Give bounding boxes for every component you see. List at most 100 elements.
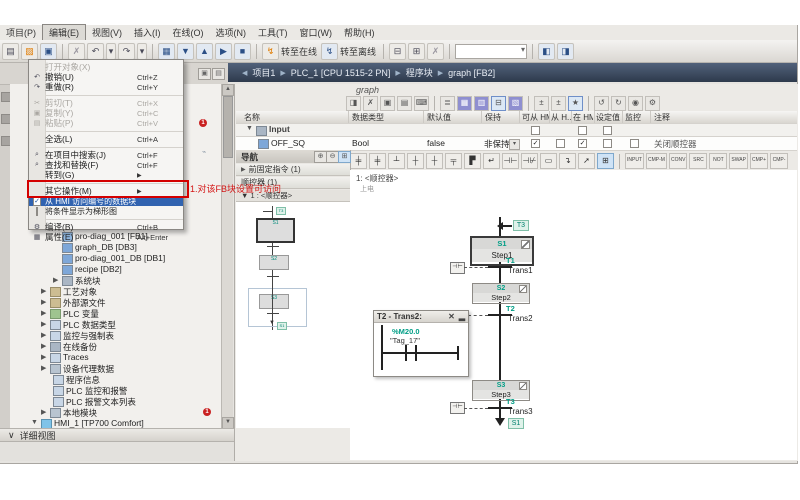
scroll-thumb[interactable] (223, 96, 233, 158)
sequence-end-icon[interactable]: ┼ (407, 153, 424, 169)
fit-view-icon[interactable]: ⊞ (338, 151, 351, 163)
window-layout-icon[interactable]: ◨ (557, 43, 574, 60)
go-online-icon[interactable]: ↯ (262, 43, 279, 60)
undo-icon[interactable]: ↶ (87, 43, 104, 60)
arrow-branch-icon[interactable]: ➚ (578, 153, 595, 169)
tree-row[interactable]: graph_DB [DB3] (62, 242, 233, 253)
jump-out-tag[interactable]: S1 (508, 418, 524, 429)
breadcrumb-plc[interactable]: PLC_1 [CPU 1515-2 PN] (291, 68, 391, 78)
column-header[interactable]: 监控 (625, 112, 649, 123)
go-offline-icon[interactable]: ↯ (321, 43, 338, 60)
redo-dropdown-icon[interactable]: ▾ (137, 43, 147, 60)
menu-item-paste[interactable]: ▤粘贴(P)Ctrl+V (29, 118, 183, 128)
column-header[interactable]: 注释 (654, 112, 670, 123)
interface-toggle-icon[interactable]: ▧ (508, 96, 523, 111)
column-header[interactable]: 保持 (485, 112, 501, 123)
favorites-icon[interactable]: ★ (568, 96, 583, 111)
table-row[interactable] (236, 123, 797, 136)
interlock-icon[interactable]: ⊣⊢ (450, 402, 465, 414)
breadcrumb-block[interactable]: graph [FB2] (448, 68, 495, 78)
popup-titlebar[interactable]: T2 - Trans2: ✕ ▂ (374, 311, 468, 323)
column-header[interactable]: 设定值 (596, 112, 621, 123)
menu-tools[interactable]: 工具(T) (252, 25, 294, 40)
setpoint-checkbox[interactable] (603, 139, 612, 148)
breadcrumb-project[interactable]: 项目1 (252, 66, 275, 79)
nav-section-pre-instructions[interactable]: ▶ 前固定指令 (1) (236, 164, 350, 176)
checkbox[interactable] (531, 126, 540, 135)
tree-row[interactable]: PLC 监控和报警 (53, 385, 233, 396)
go-online-button[interactable]: 转至在线 (281, 45, 317, 58)
variable-type[interactable]: Bool (352, 138, 369, 148)
hmi-writable-checkbox[interactable] (556, 139, 565, 148)
new-step-icon[interactable]: ╪ (369, 153, 386, 169)
tree-row[interactable]: ▶外部源文件 (41, 297, 233, 308)
column-header[interactable]: 在 HMI... (573, 112, 593, 123)
menu-online[interactable]: 在线(O) (167, 25, 210, 40)
undo-dropdown-icon[interactable]: ▾ (106, 43, 116, 60)
menu-item-select-all[interactable]: 全选(L)Ctrl+A (29, 134, 183, 144)
supervision-checkbox[interactable] (630, 139, 639, 148)
tree-row[interactable]: ▶监控与强制表 (41, 330, 233, 341)
no-contact-icon[interactable]: ⊣⊢ (502, 153, 519, 169)
column-header[interactable]: 名称 (244, 112, 260, 123)
minimap-step[interactable]: S2 (259, 255, 289, 270)
hmi-visible-checkbox[interactable] (578, 139, 587, 148)
expander-icon[interactable]: ▼ (246, 125, 253, 132)
delete-network-icon[interactable]: ✗ (363, 96, 378, 111)
redo-icon[interactable]: ↷ (118, 43, 135, 60)
stop-cpu-icon[interactable]: ■ (234, 43, 251, 60)
swap-instruction-button[interactable]: SWAP (729, 153, 748, 169)
cmp-plus-instruction-button[interactable]: CMP+ (750, 153, 768, 169)
crossref-icon[interactable]: ⊞ (408, 43, 425, 60)
breadcrumb-folder[interactable]: 程序块 (406, 66, 433, 79)
tree-row[interactable]: ▶系统块 (53, 275, 233, 286)
interlock-icon[interactable]: ⊣⊢ (450, 262, 465, 274)
new-project-icon[interactable]: ▤ (2, 43, 19, 60)
graph-canvas[interactable]: 1: <顺控器> 上电 T3 S1 Step1 T1 Trans1 ⊣⊢ S2 … (350, 170, 797, 460)
conv-instruction-button[interactable]: CONV (669, 153, 687, 169)
menu-item-properties[interactable]: ▦属性(E)Alt+Enter (29, 232, 183, 242)
insert-network-icon[interactable]: ◨ (346, 96, 361, 111)
new-transition-icon[interactable]: ┴ (388, 153, 405, 169)
open-project-icon[interactable]: ▨ (21, 43, 38, 60)
close-icon[interactable]: ✕ (448, 312, 455, 321)
menu-help[interactable]: 帮助(H) (338, 25, 381, 40)
menu-item-go-to[interactable]: 转到(G)▶ (29, 170, 183, 180)
parallel-branch-icon[interactable]: ╤ (445, 153, 462, 169)
variable-comment[interactable]: 关闭顺控器 (654, 138, 697, 150)
sequence-view-icon[interactable]: ▦ (457, 96, 472, 111)
jump-in-tag[interactable]: T3 (513, 220, 529, 231)
cmp-minus-instruction-button[interactable]: CMP- (770, 153, 788, 169)
single-step-view-icon[interactable]: ▥ (474, 96, 489, 111)
tree-row[interactable]: 程序信息 (53, 374, 233, 385)
tree-row[interactable]: PLC 报警文本列表 (53, 396, 233, 407)
start-cpu-icon[interactable]: ▶ (215, 43, 232, 60)
contact-icon[interactable] (405, 345, 407, 361)
expand-all-icon[interactable]: ± (534, 96, 549, 111)
jump-icon[interactable]: ┼ (426, 153, 443, 169)
minimap-step[interactable]: S3 (259, 294, 289, 309)
tree-scrollbar[interactable]: ▲ ▼ (221, 84, 233, 428)
variable-default[interactable]: false (427, 138, 445, 148)
lad-view-icon[interactable]: ⊟ (491, 96, 506, 111)
tree-row[interactable]: ▶Traces (41, 352, 233, 363)
tree-row[interactable]: ▶PLC 数据类型 (41, 319, 233, 330)
menu-insert[interactable]: 插入(I) (128, 25, 167, 40)
interface-section[interactable]: Input (269, 124, 290, 134)
minimap-step[interactable]: S1 (256, 218, 295, 243)
menu-view[interactable]: 视图(V) (86, 25, 128, 40)
input-instruction-button[interactable]: INPUT (625, 153, 644, 169)
new-step-transition-icon[interactable]: ╪ (350, 153, 367, 169)
window-split-icon[interactable]: ◧ (538, 43, 555, 60)
close-branch-icon[interactable]: ↵ (483, 153, 500, 169)
monitor-on-icon[interactable]: ◉ (628, 96, 643, 111)
contact-icon[interactable] (415, 345, 417, 361)
copy-icon[interactable]: ▣ (380, 96, 395, 111)
src-instruction-button[interactable]: SRC (689, 153, 707, 169)
retain-select[interactable]: 非保持 (484, 138, 510, 150)
scroll-up-icon[interactable]: ▲ (222, 84, 234, 96)
checkbox[interactable] (578, 126, 587, 135)
tree-collapse-icon[interactable]: ▣ (198, 68, 211, 80)
pin-icon[interactable]: ▂ (459, 312, 465, 321)
checkbox[interactable] (603, 126, 612, 135)
